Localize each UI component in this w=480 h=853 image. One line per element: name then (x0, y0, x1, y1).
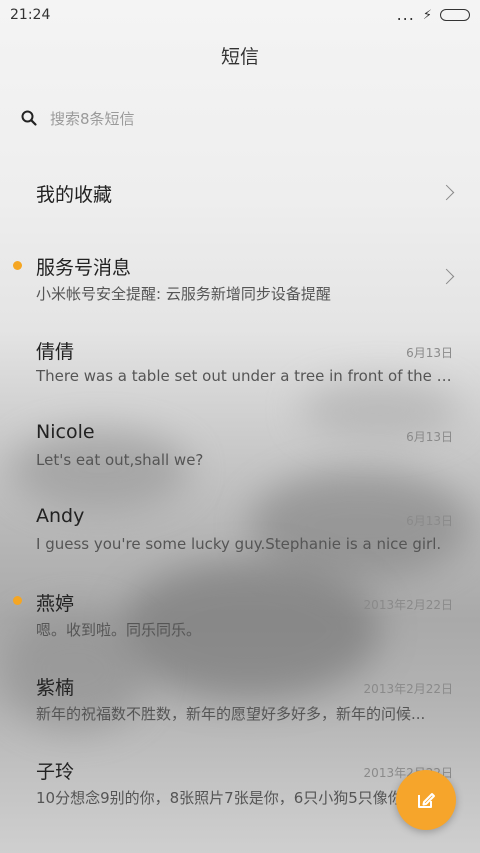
status-time: 21:24 (10, 7, 51, 23)
contact-name: 紫楠 (36, 677, 75, 699)
conversation-row[interactable]: 燕婷 2013年2月22日 嗯。收到啦。同乐同乐。 (0, 577, 480, 647)
service-subtitle: 小米帐号安全提醒: 云服务新增同步设备提醒 (36, 285, 331, 303)
compose-icon (418, 793, 435, 808)
unread-dot (13, 596, 22, 605)
message-date: 6月13日 (406, 430, 453, 444)
chevron-right-icon (438, 268, 455, 285)
search-icon (21, 110, 37, 126)
service-title: 服务号消息 (36, 257, 132, 279)
contact-name: Andy (36, 505, 85, 527)
message-preview: 新年的祝福数不胜数，新年的愿望好多好多，新年的问候... (36, 705, 426, 723)
favorites-row[interactable]: 我的收藏 (0, 160, 480, 224)
charging-icon: ⚡ (422, 7, 432, 23)
contact-name: 倩倩 (36, 341, 75, 363)
signal-dots-icon: ... (396, 5, 415, 24)
conversation-row[interactable]: Andy 6月13日 I guess you're some lucky guy… (0, 493, 480, 563)
contact-name: Nicole (36, 421, 95, 443)
favorites-label: 我的收藏 (36, 184, 113, 206)
message-preview: I guess you're some lucky guy.Stephanie … (36, 535, 442, 553)
status-bar: 21:24 ... ⚡ (0, 0, 480, 30)
conversation-row[interactable]: 紫楠 2013年2月22日 新年的祝福数不胜数，新年的愿望好多好多，新年的问候.… (0, 661, 480, 731)
search-placeholder: 搜索8条短信 (50, 109, 135, 128)
compose-button[interactable] (396, 770, 456, 830)
page-title: 短信 (220, 46, 259, 68)
contact-name: 燕婷 (36, 593, 75, 615)
conversation-row[interactable]: Nicole 6月13日 Let's eat out,shall we? (0, 409, 480, 479)
message-date: 2013年2月22日 (363, 598, 453, 612)
message-date: 6月13日 (406, 346, 453, 360)
unread-dot (13, 261, 22, 270)
chevron-right-icon (438, 184, 455, 201)
message-preview: Let's eat out,shall we? (36, 451, 204, 469)
status-icons: ... ⚡ (397, 7, 470, 23)
battery-icon (440, 9, 470, 21)
conversation-row[interactable]: 倩倩 6月13日 There was a table set out under… (0, 325, 480, 395)
service-messages-row[interactable]: 服务号消息 小米帐号安全提醒: 云服务新增同步设备提醒 (0, 240, 480, 308)
message-preview: There was a table set out under a tree i… (36, 367, 452, 385)
contact-name: 子玲 (36, 761, 75, 783)
search-input[interactable]: 搜索8条短信 (20, 103, 460, 133)
message-date: 6月13日 (406, 514, 453, 528)
message-preview: 10分想念9别的你，8张照片7张是你，6只小狗5只像你 (36, 789, 403, 807)
message-preview: 嗯。收到啦。同乐同乐。 (36, 621, 202, 639)
message-date: 2013年2月22日 (363, 682, 453, 696)
